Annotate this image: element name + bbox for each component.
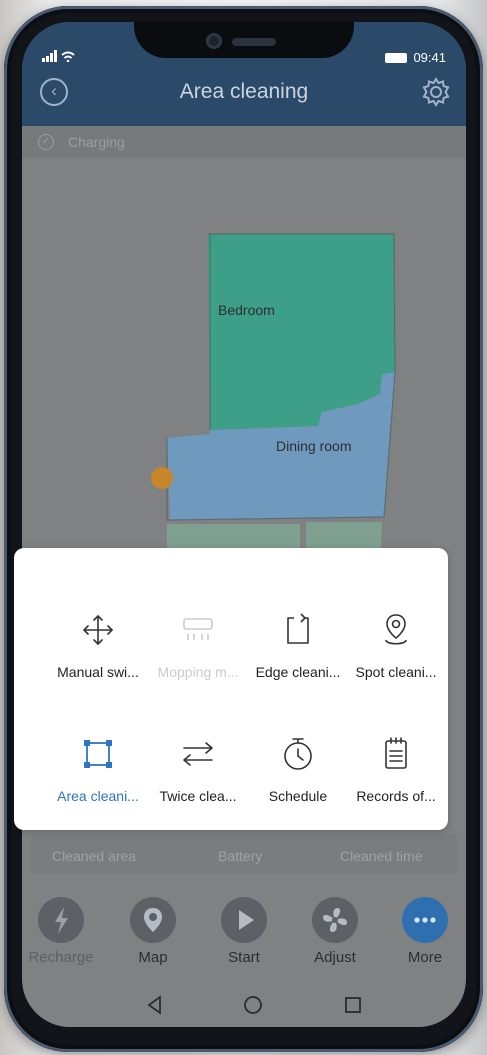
lightning-icon (38, 897, 84, 943)
spot-cleaning-label: Spot cleani... (355, 664, 437, 680)
app-header: 09:41 ‹ Area cleaning (22, 22, 466, 126)
map-label: Map (138, 949, 168, 966)
edge-cleaning-label: Edge cleani... (255, 664, 341, 680)
records-label: Records of... (356, 788, 436, 804)
move-arrows-icon (83, 615, 113, 645)
schedule-option[interactable]: Schedule (248, 734, 348, 804)
more-dots-icon (402, 897, 448, 943)
system-nav-bar (22, 984, 466, 1027)
area-cleaning-option[interactable]: Area cleani... (48, 734, 148, 804)
stats-row: Cleaned area Battery Cleaned time (30, 834, 458, 874)
more-label: More (407, 949, 443, 966)
adjust-button[interactable]: Adjust (300, 897, 370, 966)
recharge-label: Recharge (28, 949, 94, 966)
records-option[interactable]: Records of... (346, 734, 446, 804)
floor-map (151, 233, 396, 568)
signal-icon (42, 50, 76, 65)
mopping-mode-option: Mopping m... (148, 610, 248, 680)
area-cleaning-label: Area cleani... (57, 788, 139, 804)
map-button[interactable]: Map (118, 897, 188, 966)
manual-switch-option[interactable]: Manual swi... (48, 610, 148, 680)
more-options-popup: Manual swi... Mopping m... Edge cleani..… (14, 548, 448, 830)
mop-icon (183, 618, 213, 640)
more-button[interactable]: More (390, 897, 460, 966)
phone-frame: 09:41 ‹ Area cleaning ✓ Charging Bedroom… (4, 6, 483, 1052)
timer-icon (284, 738, 312, 770)
fan-icon (312, 897, 358, 943)
twice-cleaning-label: Twice clea... (159, 788, 237, 804)
nav-home-icon[interactable] (238, 990, 268, 1020)
notch (134, 22, 354, 58)
edge-clean-icon (287, 613, 309, 644)
play-icon (221, 897, 267, 943)
area-square-icon (84, 740, 112, 768)
stat-cleaned-area: Cleaned area (52, 848, 137, 864)
status-right: 09:41 (385, 50, 446, 65)
app-screen: 09:41 ‹ Area cleaning ✓ Charging Bedroom… (22, 22, 466, 1027)
camera-icon (206, 33, 222, 49)
map-pin-icon (130, 897, 176, 943)
manual-switch-label: Manual swi... (57, 664, 139, 680)
charging-text: Charging (68, 134, 125, 150)
status-time: 09:41 (413, 50, 446, 65)
twice-cleaning-option[interactable]: Twice clea... (148, 734, 248, 804)
clipboard-icon (385, 737, 407, 769)
schedule-label: Schedule (268, 788, 328, 804)
recharge-button[interactable]: Recharge (26, 897, 96, 966)
speaker-icon (232, 38, 276, 46)
page-title: Area cleaning (179, 80, 309, 103)
stat-battery: Battery (218, 848, 263, 864)
gear-icon[interactable] (420, 76, 452, 108)
swap-arrows-icon (183, 742, 213, 766)
check-icon: ✓ (38, 134, 54, 150)
start-button[interactable]: Start (209, 897, 279, 966)
charging-status: ✓ Charging (22, 126, 466, 158)
location-pin-icon (385, 614, 407, 645)
nav-back-icon[interactable] (140, 990, 170, 1020)
charging-dock-icon (151, 467, 173, 489)
spot-cleaning-option[interactable]: Spot cleani... (346, 610, 446, 680)
start-label: Start (228, 949, 260, 966)
battery-icon (385, 52, 408, 63)
room-label-dining-room: Dining room (276, 438, 352, 454)
stat-cleaned-time: Cleaned time (340, 848, 423, 864)
edge-cleaning-option[interactable]: Edge cleani... (248, 610, 348, 680)
adjust-label: Adjust (314, 949, 356, 966)
action-bar: Recharge Map Start Adjust More (22, 897, 466, 977)
nav-recents-icon[interactable] (338, 990, 368, 1020)
mopping-mode-label: Mopping m... (157, 664, 239, 680)
room-label-bedroom: Bedroom (218, 302, 275, 318)
